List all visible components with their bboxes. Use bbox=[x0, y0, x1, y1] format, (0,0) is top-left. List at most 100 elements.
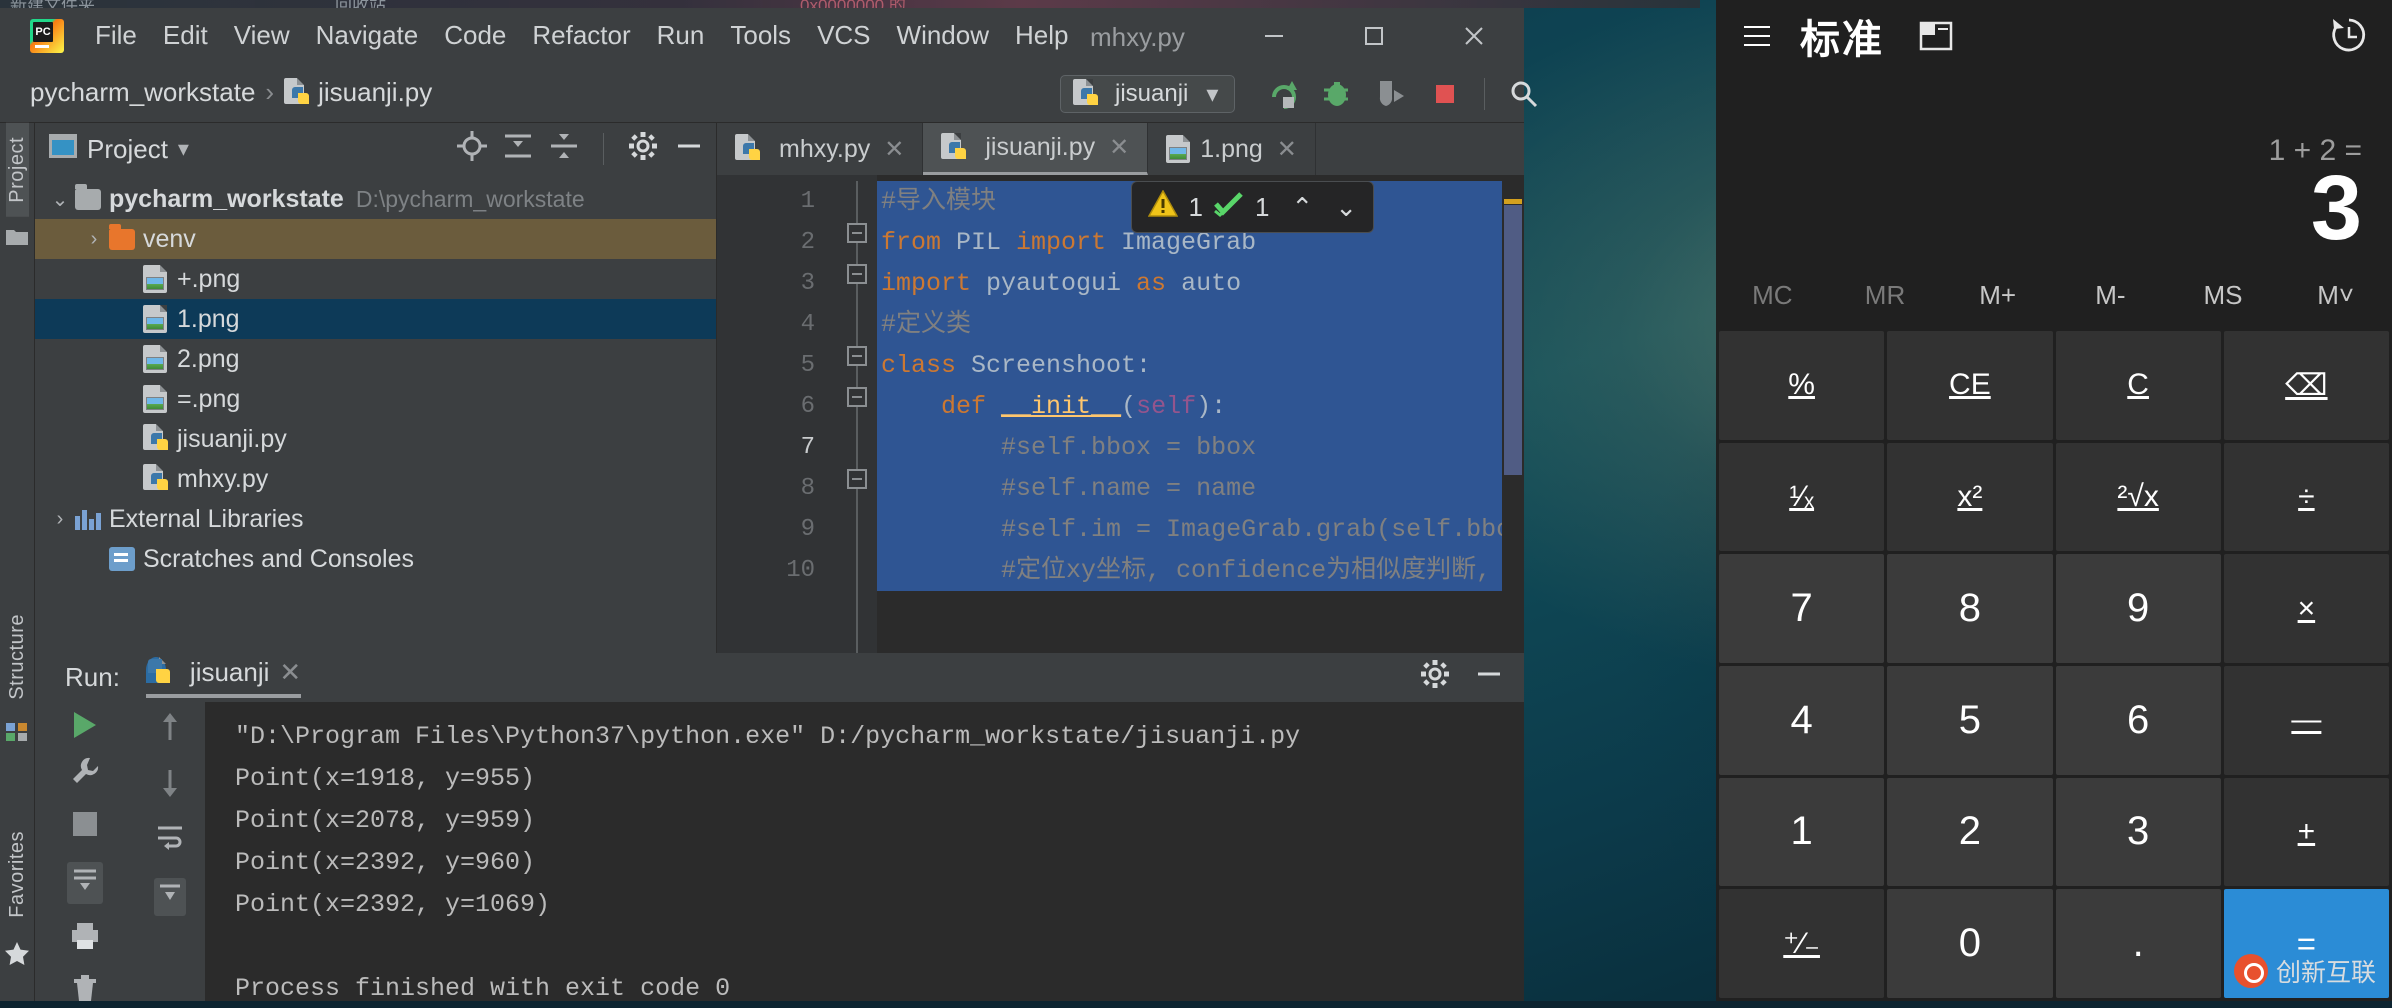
gear-icon[interactable] bbox=[1420, 659, 1450, 695]
code-line[interactable]: #self.name = name bbox=[877, 468, 1524, 509]
tree-item[interactable]: jisuanji.py bbox=[35, 419, 716, 459]
calc-key-1[interactable]: 1 bbox=[1719, 778, 1884, 887]
calc-key-percent[interactable]: % bbox=[1719, 331, 1884, 440]
calc-key-decimal[interactable]: . bbox=[2056, 889, 2221, 998]
scroll-to-end-icon[interactable] bbox=[67, 862, 103, 904]
menu-code[interactable]: Code bbox=[431, 16, 519, 55]
rerun-button[interactable] bbox=[1260, 71, 1306, 117]
menu-help[interactable]: Help bbox=[1002, 16, 1081, 55]
chevron-up-icon[interactable]: ⌃ bbox=[1291, 192, 1313, 223]
calc-key-c[interactable]: C bbox=[2056, 331, 2221, 440]
expand-all-icon[interactable] bbox=[503, 132, 533, 166]
calc-key-multiply[interactable]: × bbox=[2224, 554, 2389, 663]
calc-key-x[interactable]: ²√x bbox=[2056, 443, 2221, 552]
code-line[interactable]: #定义类 bbox=[877, 304, 1524, 345]
maximize-button[interactable] bbox=[1324, 8, 1424, 63]
structure-bars-icon[interactable] bbox=[6, 723, 28, 747]
calc-key-ce[interactable]: CE bbox=[1887, 331, 2052, 440]
calc-key-3[interactable]: 3 bbox=[2056, 778, 2221, 887]
fold-column[interactable] bbox=[837, 175, 877, 653]
calc-key-key[interactable]: ¹⁄ₓ bbox=[1719, 443, 1884, 552]
calculator-memory-row[interactable]: MCMRM+M-MSM˅ bbox=[1716, 262, 2392, 328]
wrench-icon[interactable] bbox=[70, 756, 100, 792]
tree-twisty[interactable]: › bbox=[45, 508, 75, 531]
gear-icon[interactable] bbox=[628, 131, 658, 167]
calc-key-divide[interactable]: ÷ bbox=[2224, 443, 2389, 552]
menu-refactor[interactable]: Refactor bbox=[519, 16, 643, 55]
menu-tools[interactable]: Tools bbox=[717, 16, 804, 55]
calc-key-9[interactable]: 9 bbox=[2056, 554, 2221, 663]
menu-view[interactable]: View bbox=[221, 16, 303, 55]
tree-item[interactable]: 2.png bbox=[35, 339, 716, 379]
memory-button-m+[interactable]: M+ bbox=[1941, 280, 2054, 311]
menu-run[interactable]: Run bbox=[644, 16, 718, 55]
tree-item[interactable]: ⌄pycharm_workstateD:\pycharm_workstate bbox=[35, 179, 716, 219]
editor-tab-bar[interactable]: mhxy.py✕jisuanji.py✕1.png✕ bbox=[717, 123, 1524, 175]
calc-key-key[interactable]: ⁺⁄₋ bbox=[1719, 889, 1884, 998]
trash-icon[interactable] bbox=[72, 974, 98, 1008]
sidebar-item-project[interactable]: Project bbox=[6, 123, 29, 217]
code-line[interactable]: import pyautogui as auto bbox=[877, 263, 1524, 304]
calc-key-7[interactable]: 7 bbox=[1719, 554, 1884, 663]
memory-button-m-[interactable]: M- bbox=[2054, 280, 2167, 311]
calculator-keypad[interactable]: %CEC⌫¹⁄ₓx²²√x÷789×456—123+⁺⁄₋0.= bbox=[1716, 328, 2392, 1001]
scrollbar-thumb[interactable] bbox=[1504, 205, 1522, 475]
tree-item[interactable]: =.png bbox=[35, 379, 716, 419]
menu-window[interactable]: Window bbox=[884, 16, 1002, 55]
tree-item[interactable]: mhxy.py bbox=[35, 459, 716, 499]
tree-item[interactable]: ›venv bbox=[35, 219, 716, 259]
keep-on-top-icon[interactable] bbox=[1916, 16, 1956, 56]
stop-program-icon[interactable] bbox=[71, 810, 99, 844]
print-icon[interactable] bbox=[70, 922, 100, 956]
editor-tab[interactable]: 1.png✕ bbox=[1148, 123, 1316, 175]
calc-key-backspace[interactable]: ⌫ bbox=[2224, 331, 2389, 440]
close-button[interactable] bbox=[1424, 8, 1524, 63]
editor-tab[interactable]: mhxy.py✕ bbox=[717, 123, 923, 175]
code-line[interactable]: #定位xy坐标, confidence为相似度判断, 最 bbox=[877, 550, 1524, 591]
tree-item[interactable]: ›External Libraries bbox=[35, 499, 716, 539]
arrow-up-icon[interactable] bbox=[157, 712, 183, 748]
inspection-status-badge[interactable]: 1 1 ⌃ ⌄ bbox=[1131, 181, 1374, 233]
stop-button[interactable] bbox=[1422, 71, 1468, 117]
star-icon[interactable] bbox=[5, 942, 29, 971]
hamburger-menu-icon[interactable] bbox=[1726, 7, 1788, 65]
menu-file[interactable]: File bbox=[82, 16, 150, 55]
code-text[interactable]: #导入模块from PIL import ImageGrabimport pya… bbox=[877, 175, 1524, 653]
tree-item[interactable]: 1.png bbox=[35, 299, 716, 339]
hide-panel-icon[interactable] bbox=[1474, 659, 1504, 695]
run-tab-jisuanji[interactable]: jisuanji ✕ bbox=[146, 657, 301, 698]
memory-button-m[interactable]: M˅ bbox=[2279, 280, 2392, 311]
tree-twisty[interactable]: ⌄ bbox=[45, 187, 75, 212]
breadcrumb-project[interactable]: pycharm_workstate bbox=[30, 77, 255, 108]
calc-key-6[interactable]: 6 bbox=[2056, 666, 2221, 775]
rerun-program-icon[interactable] bbox=[74, 712, 96, 738]
editor-tab[interactable]: jisuanji.py✕ bbox=[923, 123, 1148, 175]
history-icon[interactable] bbox=[2320, 8, 2378, 62]
sidebar-item-structure[interactable]: Structure bbox=[6, 600, 29, 714]
close-icon[interactable]: ✕ bbox=[1109, 133, 1129, 162]
locate-target-icon[interactable] bbox=[457, 131, 487, 167]
soft-wrap-icon[interactable] bbox=[155, 824, 185, 858]
memory-button-ms[interactable]: MS bbox=[2167, 280, 2280, 311]
close-icon[interactable]: ✕ bbox=[279, 657, 301, 688]
calc-key-x[interactable]: x² bbox=[1887, 443, 2052, 552]
collapse-all-icon[interactable] bbox=[549, 132, 579, 166]
code-line[interactable]: #self.im = ImageGrab.grab(self.bbox) bbox=[877, 509, 1524, 550]
tree-item[interactable]: +.png bbox=[35, 259, 716, 299]
calc-key-2[interactable]: 2 bbox=[1887, 778, 2052, 887]
search-icon[interactable] bbox=[1501, 71, 1547, 117]
tree-item[interactable]: Scratches and Consoles bbox=[35, 539, 716, 579]
run-configuration-selector[interactable]: jisuanji ▾ bbox=[1060, 75, 1235, 113]
close-icon[interactable]: ✕ bbox=[884, 135, 904, 164]
run-with-coverage-button[interactable] bbox=[1368, 71, 1414, 117]
calc-key-8[interactable]: 8 bbox=[1887, 554, 2052, 663]
project-tree[interactable]: ⌄pycharm_workstateD:\pycharm_workstate›v… bbox=[35, 175, 716, 653]
tree-twisty[interactable]: › bbox=[79, 228, 109, 251]
menu-navigate[interactable]: Navigate bbox=[303, 16, 432, 55]
calc-key-0[interactable]: 0 bbox=[1887, 889, 2052, 998]
code-editor[interactable]: 12345678910 #导入模块from PIL import ImageGr… bbox=[717, 175, 1524, 653]
calc-key-add[interactable]: + bbox=[2224, 778, 2389, 887]
debug-button[interactable] bbox=[1314, 71, 1360, 117]
calc-key-5[interactable]: 5 bbox=[1887, 666, 2052, 775]
code-line[interactable]: def __init__(self): bbox=[877, 386, 1524, 427]
